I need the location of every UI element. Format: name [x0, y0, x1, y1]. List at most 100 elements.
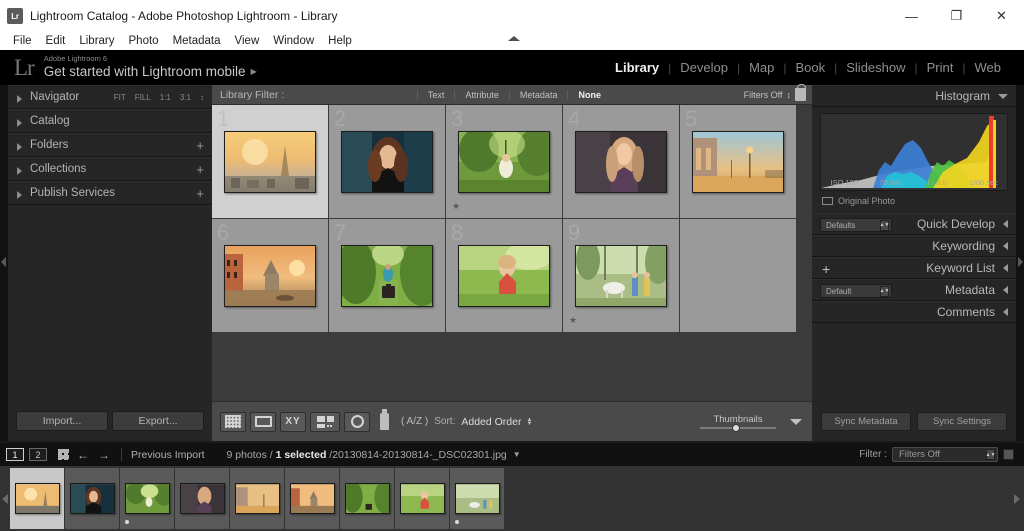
loupe-view-icon[interactable] [250, 411, 276, 432]
sync-settings-button[interactable]: Sync Settings [917, 411, 1007, 431]
compare-view-icon[interactable]: XY [280, 411, 306, 432]
grid-view-icon[interactable] [220, 411, 246, 432]
people-view-icon[interactable] [344, 411, 370, 432]
filmstrip-thumbnail[interactable] [454, 483, 500, 514]
thumbnail-image[interactable] [341, 130, 433, 193]
mobile-promo-link[interactable]: Get started with Lightroom mobile ▶ [44, 65, 257, 79]
module-web[interactable]: Web [966, 60, 1011, 75]
chevron-left-icon[interactable] [1003, 264, 1008, 272]
sidebar-item-catalog[interactable]: Catalog [8, 109, 212, 133]
section-quick-develop[interactable]: Defaults ▲▼ Quick Develop [812, 213, 1016, 235]
thumbnail-image[interactable] [575, 130, 667, 193]
star-rating-icon[interactable]: ★ [452, 201, 460, 212]
spray-can-icon[interactable] [380, 409, 389, 430]
section-keyword-list[interactable]: + Keyword List [812, 257, 1016, 279]
filmstrip-thumbnail[interactable] [69, 483, 115, 514]
maximize-button[interactable]: ❐ [934, 0, 979, 32]
filmstrip-thumbnail[interactable] [399, 483, 445, 514]
grid-cell-6[interactable]: 6 [212, 219, 329, 333]
right-panel-collapse-strip[interactable] [1016, 85, 1024, 441]
forward-arrow-icon[interactable]: → [98, 448, 110, 462]
import-button[interactable]: Import... [16, 411, 108, 431]
filter-tab-metadata[interactable]: Metadata [508, 89, 568, 100]
star-rating-icon[interactable]: ★ [569, 315, 577, 326]
sidebar-item-collections[interactable]: Collections + [8, 157, 212, 181]
sort-direction-icon[interactable]: ( A/Z ) [401, 416, 428, 427]
histogram-chart[interactable]: ISO 100 70 mm f / 8.0 1/60 sec [820, 113, 1008, 191]
slider-track[interactable] [700, 424, 776, 432]
filmstrip-item-4[interactable] [175, 468, 229, 529]
thumbnail-grid[interactable]: 1 2 3 ★ 4 5 6 7 8 9 ★ [212, 105, 812, 401]
original-photo-toggle[interactable]: Original Photo [822, 196, 1016, 206]
menu-library[interactable]: Library [72, 32, 121, 50]
filmstrip-thumbnail[interactable] [234, 483, 280, 514]
export-button[interactable]: Export... [112, 411, 204, 431]
left-panel-collapse-strip[interactable] [0, 85, 8, 441]
filmstrip-item-3[interactable] [120, 468, 174, 529]
menu-file[interactable]: File [6, 32, 39, 50]
filter-flag-icon[interactable] [1003, 449, 1014, 460]
chevron-left-icon[interactable] [1003, 242, 1008, 250]
filename-caret-down-icon[interactable]: ▼ [513, 450, 521, 459]
filmstrip-thumbnail[interactable] [124, 483, 170, 514]
add-keyword-icon[interactable]: + [822, 262, 830, 276]
grid-cell-2[interactable]: 2 [329, 105, 446, 219]
filters-stepper-icon[interactable]: ↕ [786, 90, 791, 100]
sync-metadata-button[interactable]: Sync Metadata [821, 411, 911, 431]
zoom-fill[interactable]: FILL [135, 93, 151, 102]
menu-metadata[interactable]: Metadata [166, 32, 228, 50]
filmstrip-item-9[interactable] [450, 468, 504, 529]
stepper-icon[interactable]: ▲▼ [880, 285, 889, 297]
sort-stepper-icon[interactable]: ▲ ▼ [526, 417, 532, 427]
module-slideshow[interactable]: Slideshow [837, 60, 914, 75]
back-arrow-icon[interactable]: ← [77, 448, 89, 462]
add-publish-service-icon[interactable]: + [196, 187, 204, 200]
lock-icon[interactable] [794, 84, 806, 101]
filmstrip-thumbnail[interactable] [344, 483, 390, 514]
menu-window[interactable]: Window [266, 32, 321, 50]
metadata-preset-dropdown[interactable]: Default ▲▼ [820, 284, 892, 298]
module-map[interactable]: Map [740, 60, 783, 75]
grid-cell-4[interactable]: 4 [563, 105, 680, 219]
page-2-button[interactable]: 2 [29, 448, 47, 461]
grid-cell-9[interactable]: 9 ★ [563, 219, 680, 333]
module-book[interactable]: Book [786, 60, 834, 75]
section-metadata[interactable]: Default ▲▼ Metadata [812, 279, 1016, 301]
zoom-1-1[interactable]: 1:1 [160, 93, 171, 102]
thumbnail-image[interactable] [224, 244, 316, 307]
thumbnail-image[interactable] [458, 244, 550, 307]
chevron-left-icon[interactable] [1003, 286, 1008, 294]
toolbar-caret-down-icon[interactable] [790, 418, 802, 425]
thumbnail-image[interactable] [341, 244, 433, 307]
sort-value[interactable]: Added Order [461, 416, 521, 428]
stepper-icon[interactable]: ▲▼ [880, 219, 889, 231]
menu-photo[interactable]: Photo [122, 32, 166, 50]
section-comments[interactable]: Comments [812, 301, 1016, 323]
filter-dropdown[interactable]: Filters Off ▲▼ [892, 447, 998, 462]
thumbnail-image[interactable] [224, 130, 316, 193]
filmstrip-scroll-left-icon[interactable] [2, 493, 8, 504]
quick-develop-preset-dropdown[interactable]: Defaults ▲▼ [820, 218, 892, 232]
close-button[interactable]: ✕ [979, 0, 1024, 32]
thumbnail-image[interactable] [692, 130, 784, 193]
section-keywording[interactable]: Keywording [812, 235, 1016, 257]
filter-tab-attribute[interactable]: Attribute [454, 89, 509, 100]
grid-cell-5[interactable]: 5 [680, 105, 797, 219]
filmstrip-thumbnail[interactable] [289, 483, 335, 514]
module-develop[interactable]: Develop [671, 60, 737, 75]
slider-knob[interactable] [732, 424, 740, 432]
filmstrip-thumbnail[interactable] [179, 483, 225, 514]
filmstrip-item-5[interactable] [230, 468, 284, 529]
zoom-3-1[interactable]: 3:1 [180, 93, 191, 102]
grid-cell-8[interactable]: 8 [446, 219, 563, 333]
minimize-button[interactable]: — [889, 0, 934, 32]
top-panel-collapse-arrow[interactable] [508, 36, 520, 41]
filmstrip-scroll-right-icon[interactable] [1014, 493, 1020, 504]
filmstrip-item-1[interactable] [10, 468, 64, 529]
menu-help[interactable]: Help [321, 32, 359, 50]
grid-cell-3[interactable]: 3 ★ [446, 105, 563, 219]
sidebar-item-publish-services[interactable]: Publish Services + [8, 181, 212, 205]
menu-view[interactable]: View [228, 32, 267, 50]
filmstrip[interactable] [0, 466, 1024, 531]
add-folder-icon[interactable]: + [196, 139, 204, 152]
